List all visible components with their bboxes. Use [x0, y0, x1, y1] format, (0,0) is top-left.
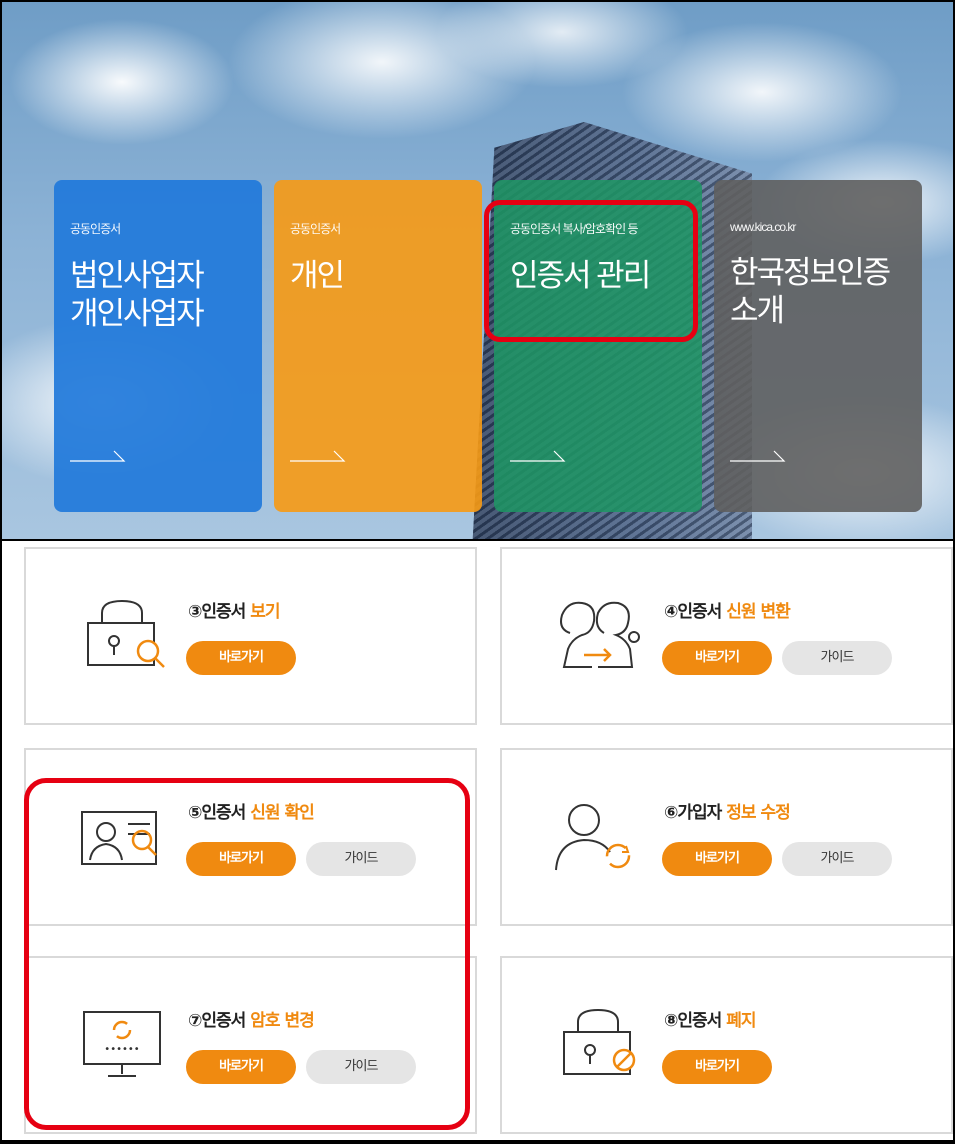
panel-title: ⑦인증서 암호 변경	[188, 1011, 315, 1031]
lock-search-icon	[87, 599, 165, 668]
guide-button[interactable]: 가이드	[306, 842, 416, 876]
card-subtitle: 공동인증서 복사/암호확인 등	[510, 222, 638, 236]
monitor-password-icon: ••••••	[83, 1011, 161, 1077]
panel-title: ⑥가입자 정보 수정	[664, 803, 791, 823]
card-title: 개인	[290, 258, 345, 293]
id-card-search-icon	[81, 811, 157, 865]
go-button[interactable]: 바로가기	[186, 842, 296, 876]
guide-button[interactable]: 가이드	[306, 1050, 416, 1084]
arrow-right-icon	[70, 450, 126, 462]
go-button[interactable]: 바로가기	[662, 1050, 772, 1084]
user-refresh-icon	[555, 804, 631, 871]
panel-view-certificate: ③인증서 보기 바로가기	[24, 547, 477, 725]
go-button[interactable]: 바로가기	[186, 641, 296, 675]
panel-revoke-certificate: ⑧인증서 폐지 바로가기	[500, 956, 953, 1134]
panel-change-password: •••••• ⑦인증서 암호 변경 바로가기 가이드	[24, 956, 477, 1134]
card-kica-intro[interactable]: www.kica.co.kr 한국정보인증 소개	[714, 180, 922, 512]
card-subtitle: 공동인증서	[70, 222, 121, 236]
card-subtitle: www.kica.co.kr	[730, 220, 796, 234]
arrow-right-icon	[290, 450, 346, 462]
panel-title: ④인증서 신원 변환	[664, 602, 791, 622]
panel-title: ⑤인증서 신원 확인	[188, 803, 315, 823]
panel-identity-verification: ⑤인증서 신원 확인 바로가기 가이드	[24, 748, 477, 926]
card-certificate-management[interactable]: 공동인증서 복사/암호확인 등 인증서 관리	[494, 180, 702, 512]
card-title: 인증서 관리	[510, 258, 651, 293]
arrow-right-icon	[730, 450, 786, 462]
card-title: 한국정보인증 소개	[730, 255, 891, 328]
card-subtitle: 공동인증서	[290, 222, 341, 236]
hero-banner: 공동인증서 법인사업자 개인사업자 공동인증서 개인 공동인증서 복사/암호확인…	[0, 0, 955, 541]
arrow-right-icon	[510, 450, 566, 462]
guide-button[interactable]: 가이드	[782, 842, 892, 876]
panel-identity-conversion: ④인증서 신원 변환 바로가기 가이드	[500, 547, 953, 725]
go-button[interactable]: 바로가기	[662, 641, 772, 675]
card-corporate-business[interactable]: 공동인증서 법인사업자 개인사업자	[54, 180, 262, 512]
certificate-service-grid: ③인증서 보기 바로가기 ④인증서 신원 변환 바로가기 가이드 ⑤인증서 신원…	[0, 541, 955, 1144]
card-title: 법인사업자 개인사업자	[70, 258, 205, 331]
go-button[interactable]: 바로가기	[662, 842, 772, 876]
panel-title: ③인증서 보기	[188, 602, 281, 622]
panel-subscriber-info-edit: ⑥가입자 정보 수정 바로가기 가이드	[500, 748, 953, 926]
bottom-border	[0, 1140, 955, 1144]
go-button[interactable]: 바로가기	[186, 1050, 296, 1084]
people-transfer-icon	[560, 601, 640, 668]
guide-button[interactable]: 가이드	[782, 641, 892, 675]
lock-revoke-icon	[563, 1008, 636, 1075]
panel-title: ⑧인증서 폐지	[664, 1011, 757, 1031]
svg-text:••••••: ••••••	[104, 1044, 139, 1055]
card-individual[interactable]: 공동인증서 개인	[274, 180, 482, 512]
